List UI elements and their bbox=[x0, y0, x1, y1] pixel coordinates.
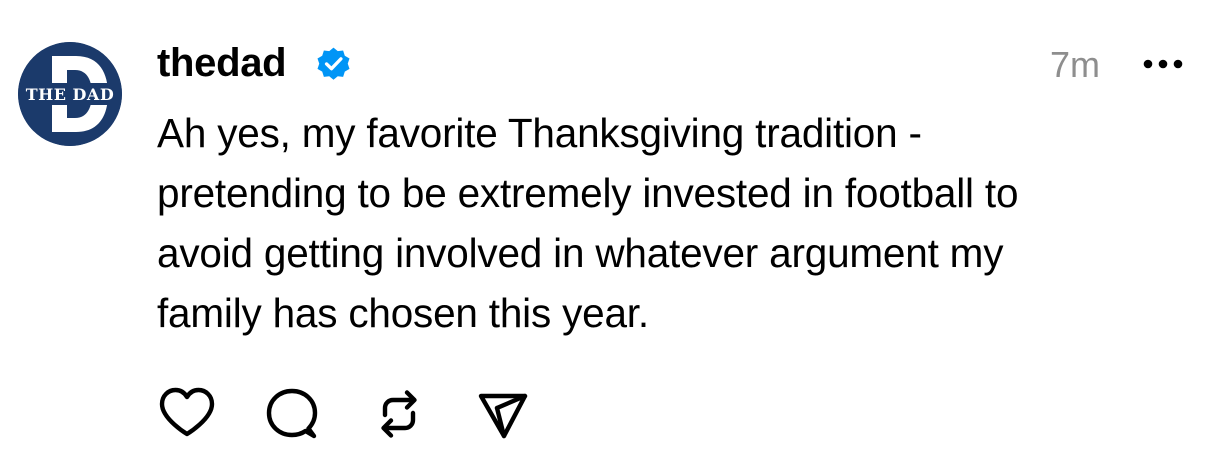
post-timestamp: 7m bbox=[1049, 44, 1100, 85]
thread-post: THE DAD thedad 7m Ah yes, my favorite Th… bbox=[0, 0, 1228, 472]
more-horizontal-icon[interactable] bbox=[1140, 54, 1186, 74]
repost-button[interactable] bbox=[369, 384, 429, 444]
avatar[interactable]: THE DAD bbox=[18, 42, 122, 146]
reply-button[interactable] bbox=[261, 384, 321, 444]
avatar-logo: THE DAD bbox=[18, 42, 122, 146]
share-button[interactable] bbox=[473, 384, 533, 444]
comment-icon bbox=[266, 388, 318, 439]
author-username[interactable]: thedad bbox=[157, 38, 287, 88]
post-text: Ah yes, my favorite Thanksgiving traditi… bbox=[157, 110, 1019, 336]
verified-badge-icon bbox=[315, 45, 352, 82]
repost-icon bbox=[381, 390, 417, 438]
heart-icon bbox=[159, 387, 215, 437]
svg-text:THE DAD: THE DAD bbox=[26, 85, 114, 104]
like-button[interactable] bbox=[157, 384, 217, 444]
send-icon bbox=[478, 393, 528, 439]
